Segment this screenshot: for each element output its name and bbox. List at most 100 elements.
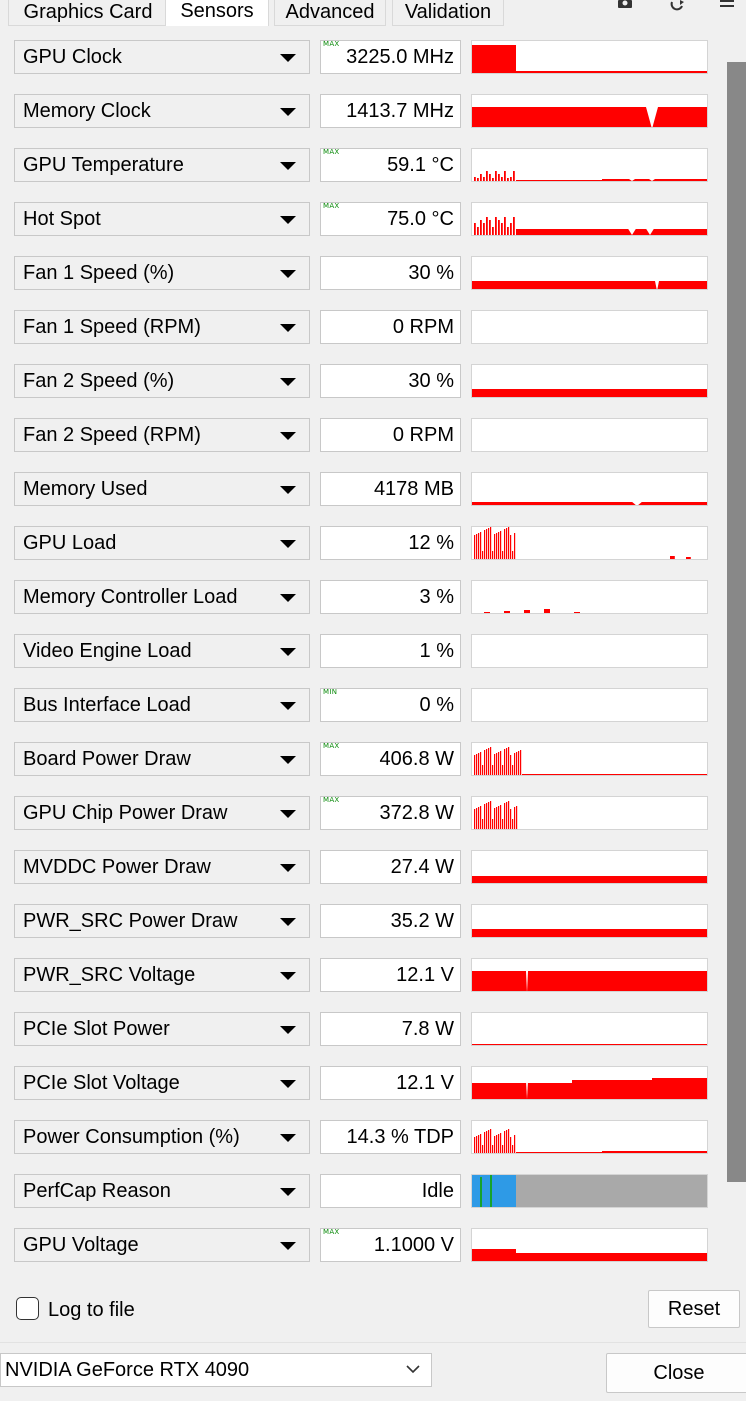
- sensor-row: PCIe Slot Power 7.8 W: [0, 1000, 722, 1054]
- dropdown-arrow-icon[interactable]: [280, 756, 296, 764]
- dropdown-arrow-icon[interactable]: [280, 810, 296, 818]
- sensor-name: GPU Temperature: [23, 154, 184, 176]
- dropdown-arrow-icon[interactable]: [280, 108, 296, 116]
- sensor-graph: [471, 850, 708, 884]
- sensor-select[interactable]: PerfCap Reason: [14, 1174, 310, 1208]
- sensor-name: PWR_SRC Voltage: [23, 964, 196, 986]
- sensor-row: Memory Clock 1413.7 MHz: [0, 82, 722, 136]
- sensor-select[interactable]: Fan 1 Speed (%): [14, 256, 310, 290]
- sensor-badge: MAX: [323, 796, 340, 804]
- dropdown-arrow-icon[interactable]: [280, 702, 296, 710]
- sensor-graph: [471, 256, 708, 290]
- sensor-value-text: 0 %: [419, 694, 454, 716]
- sensor-list: GPU Clock MAX 3225.0 MHz Memory Clock 1413.7…: [0, 28, 722, 1276]
- sensor-value: 35.2 W: [320, 904, 461, 938]
- sensor-select[interactable]: Fan 2 Speed (%): [14, 364, 310, 398]
- dropdown-arrow-icon[interactable]: [280, 432, 296, 440]
- sensor-select[interactable]: PWR_SRC Voltage: [14, 958, 310, 992]
- dropdown-arrow-icon[interactable]: [280, 486, 296, 494]
- sensor-graph-plot: [474, 527, 691, 559]
- sensor-select[interactable]: PCIe Slot Power: [14, 1012, 310, 1046]
- camera-icon[interactable]: [616, 0, 636, 12]
- sensor-select[interactable]: PCIe Slot Voltage: [14, 1066, 310, 1100]
- dropdown-arrow-icon[interactable]: [280, 1080, 296, 1088]
- dropdown-arrow-icon[interactable]: [280, 162, 296, 170]
- dropdown-arrow-icon[interactable]: [280, 270, 296, 278]
- sensor-select[interactable]: PWR_SRC Power Draw: [14, 904, 310, 938]
- sensor-select[interactable]: GPU Voltage: [14, 1228, 310, 1262]
- sensor-name: GPU Chip Power Draw: [23, 802, 228, 824]
- sensor-select[interactable]: GPU Load: [14, 526, 310, 560]
- sensor-row: GPU Chip Power Draw MAX 372.8 W: [0, 784, 722, 838]
- sensor-select[interactable]: Fan 2 Speed (RPM): [14, 418, 310, 452]
- sensor-value: 0 RPM: [320, 310, 461, 344]
- sensor-value: MAX 59.1 °C: [320, 148, 461, 182]
- sensor-select[interactable]: Memory Used: [14, 472, 310, 506]
- sensor-select[interactable]: Power Consumption (%): [14, 1120, 310, 1154]
- sensor-badge: MAX: [323, 40, 340, 48]
- sensor-name: GPU Load: [23, 532, 117, 554]
- sensor-graph: [471, 634, 708, 668]
- dropdown-arrow-icon[interactable]: [280, 216, 296, 224]
- dropdown-arrow-icon[interactable]: [280, 918, 296, 926]
- dropdown-arrow-icon[interactable]: [280, 864, 296, 872]
- gpu-select-value: NVIDIA GeForce RTX 4090: [5, 1359, 250, 1381]
- sensor-select[interactable]: GPU Temperature: [14, 148, 310, 182]
- sensor-graph-plot: [474, 747, 707, 775]
- sensor-select[interactable]: Fan 1 Speed (RPM): [14, 310, 310, 344]
- sensor-select[interactable]: Memory Controller Load: [14, 580, 310, 614]
- sensor-graph-plot: [472, 281, 707, 289]
- sensor-row: MVDDC Power Draw 27.4 W: [0, 838, 722, 892]
- close-button[interactable]: Close: [606, 1353, 746, 1393]
- sensor-select[interactable]: Memory Clock: [14, 94, 310, 128]
- sensor-value-text: 59.1 °C: [387, 154, 454, 176]
- sensor-name: Memory Clock: [23, 100, 151, 122]
- sensor-graph: [471, 40, 708, 74]
- sensor-name: MVDDC Power Draw: [23, 856, 211, 878]
- sensor-value: MAX 372.8 W: [320, 796, 461, 830]
- sensor-graph: [471, 742, 708, 776]
- tab-advanced[interactable]: Advanced: [274, 0, 386, 26]
- sensor-select[interactable]: Hot Spot: [14, 202, 310, 236]
- sensor-graph: [471, 1012, 708, 1046]
- sensor-row: PWR_SRC Voltage 12.1 V: [0, 946, 722, 1000]
- vertical-scrollbar[interactable]: [722, 28, 746, 1276]
- sensor-value: 1413.7 MHz: [320, 94, 461, 128]
- dropdown-arrow-icon[interactable]: [280, 54, 296, 62]
- dropdown-arrow-icon[interactable]: [280, 1134, 296, 1142]
- sensor-select[interactable]: GPU Clock: [14, 40, 310, 74]
- sensor-value-text: 12 %: [408, 532, 454, 554]
- sensor-select[interactable]: Board Power Draw: [14, 742, 310, 776]
- dropdown-arrow-icon[interactable]: [280, 1026, 296, 1034]
- sensor-select[interactable]: GPU Chip Power Draw: [14, 796, 310, 830]
- gpu-select[interactable]: NVIDIA GeForce RTX 4090: [0, 1353, 432, 1387]
- reset-button[interactable]: Reset: [648, 1290, 740, 1328]
- sensor-select[interactable]: Video Engine Load: [14, 634, 310, 668]
- sensor-row: PerfCap Reason Idle: [0, 1162, 722, 1216]
- scrollbar-thumb[interactable]: [727, 62, 746, 1182]
- sensor-select[interactable]: MVDDC Power Draw: [14, 850, 310, 884]
- dropdown-arrow-icon[interactable]: [280, 378, 296, 386]
- sensor-row: Memory Controller Load 3 %: [0, 568, 722, 622]
- sensor-graph-plot: [472, 876, 707, 883]
- sensor-row: GPU Voltage MAX 1.1000 V: [0, 1216, 722, 1270]
- refresh-icon[interactable]: [668, 0, 688, 12]
- sensor-value: 12 %: [320, 526, 461, 560]
- dropdown-arrow-icon[interactable]: [280, 972, 296, 980]
- sensor-value-text: 0 RPM: [392, 316, 454, 338]
- log-to-file-checkbox[interactable]: [16, 1297, 39, 1320]
- tab-sensors[interactable]: Sensors: [165, 0, 269, 26]
- tab-graphics-card[interactable]: Graphics Card: [8, 0, 168, 26]
- dropdown-arrow-icon[interactable]: [280, 1242, 296, 1250]
- dropdown-arrow-icon[interactable]: [280, 648, 296, 656]
- sensor-value: MAX 3225.0 MHz: [320, 40, 461, 74]
- dropdown-arrow-icon[interactable]: [280, 1188, 296, 1196]
- sensor-name: Bus Interface Load: [23, 694, 191, 716]
- dropdown-arrow-icon[interactable]: [280, 540, 296, 548]
- dropdown-arrow-icon[interactable]: [280, 594, 296, 602]
- dropdown-arrow-icon[interactable]: [280, 324, 296, 332]
- menu-icon[interactable]: [718, 0, 738, 12]
- sensor-value-text: 7.8 W: [401, 1018, 454, 1040]
- tab-validation[interactable]: Validation: [392, 0, 504, 26]
- sensor-select[interactable]: Bus Interface Load: [14, 688, 310, 722]
